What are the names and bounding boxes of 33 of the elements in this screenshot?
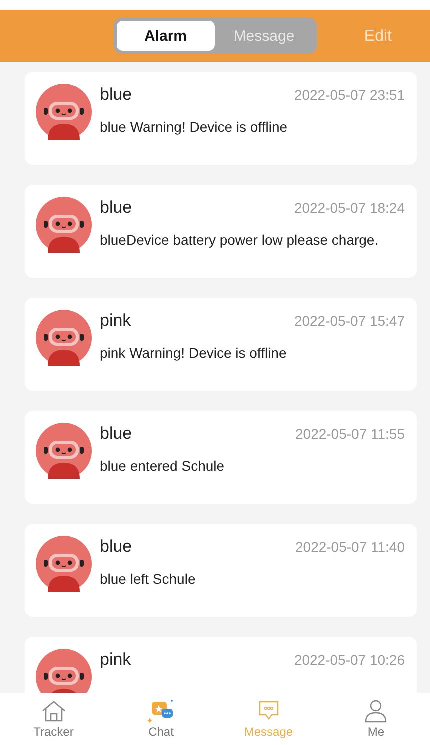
device-name: pink: [100, 650, 132, 670]
robot-avatar-icon: [36, 84, 92, 140]
robot-avatar-icon: [36, 197, 92, 253]
timestamp: 2022-05-07 11:40: [296, 539, 405, 555]
timestamp: 2022-05-07 18:24: [294, 200, 405, 216]
tab[interactable]: Alarm: [116, 21, 215, 51]
notification-card[interactable]: blue 2022-05-07 18:24 blueDevice battery power low please charge.: [25, 185, 417, 278]
notification-message: blue entered Schule: [100, 458, 226, 474]
notification-message: pink Warning! Device is offline: [100, 345, 288, 361]
notification-message: blue Warning! Device is offline: [100, 119, 289, 135]
device-name: blue: [100, 85, 132, 105]
notification-card[interactable]: blue 2022-05-07 11:40 blue left Schule: [25, 524, 417, 617]
nav-tab[interactable]: Chat: [108, 693, 215, 745]
robot-avatar-icon: [36, 536, 92, 592]
notification-message: blue left Schule: [100, 571, 197, 587]
robot-avatar-icon: [36, 423, 92, 479]
device-name: blue: [100, 198, 132, 218]
timestamp: 2022-05-07 11:55: [296, 426, 405, 442]
device-name: blue: [100, 424, 132, 444]
notification-message: blueDevice battery power low please charge.: [100, 232, 380, 248]
timestamp: 2022-05-07 15:47: [294, 313, 405, 329]
timestamp: 2022-05-07 23:51: [294, 87, 405, 103]
device-name: pink: [100, 311, 132, 331]
nav-tab[interactable]: Me: [322, 693, 430, 745]
timestamp: 2022-05-07 10:26: [294, 652, 405, 668]
notification-card[interactable]: blue 2022-05-07 11:55 blue entered Schule: [25, 411, 417, 504]
robot-avatar-icon: [36, 310, 92, 366]
notification-card[interactable]: pink 2022-05-07 15:47 pink Warning! Device is offline: [25, 298, 417, 391]
notification-card[interactable]: pink 2022-05-07 10:26: [25, 637, 417, 693]
nav-tab[interactable]: Tracker: [0, 693, 108, 745]
device-name: blue: [100, 537, 132, 557]
notification-card[interactable]: blue 2022-05-07 23:51 blue Warning! Device is offline: [25, 72, 417, 165]
chat-bubbles-icon: [147, 699, 176, 723]
